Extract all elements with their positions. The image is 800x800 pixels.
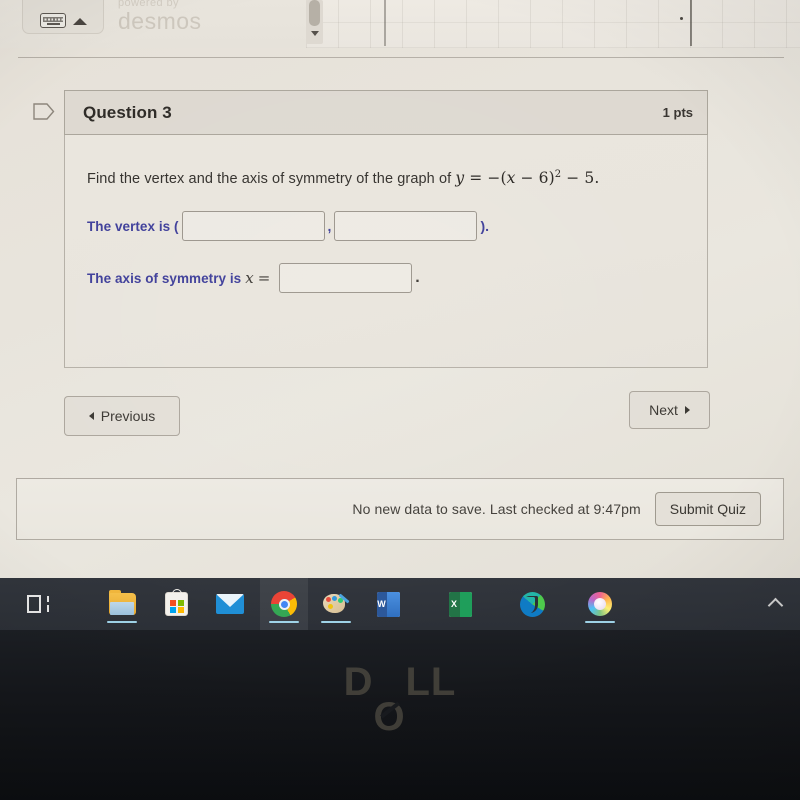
task-view-icon xyxy=(27,595,49,613)
taskbar-item-microsoft-excel[interactable]: X xyxy=(436,578,484,630)
equation-rhs-lead: −( xyxy=(487,169,507,188)
save-status-text: No new data to save. Last checked at 9:4… xyxy=(352,501,641,517)
equation-lhs: y xyxy=(455,169,465,188)
chevron-up-icon[interactable] xyxy=(768,594,784,610)
desmos-graph-area[interactable] xyxy=(306,0,800,48)
taskbar-item-photos-app[interactable] xyxy=(576,578,624,630)
previous-button-label: Previous xyxy=(100,408,156,424)
vertex-close-paren: ). xyxy=(480,218,489,235)
submit-quiz-button[interactable]: Submit Quiz xyxy=(654,492,761,526)
taskbar-item-microsoft-word[interactable]: W xyxy=(364,578,412,630)
desmos-calculator: powered by desmos xyxy=(0,0,800,48)
desmos-keyboard-button[interactable] xyxy=(22,0,104,34)
taskbar-running-indicator xyxy=(585,620,615,623)
word-icon: W xyxy=(376,591,400,617)
equation-equals: = xyxy=(469,169,483,188)
question-body: Find the vertex and the axis of symmetry… xyxy=(64,135,708,368)
taskbar-item-microsoft-edge[interactable] xyxy=(508,578,556,630)
axis-label: The axis of symmetry is xyxy=(87,270,242,286)
flag-icon[interactable] xyxy=(33,102,55,121)
windows-taskbar: W X xyxy=(0,578,800,630)
dell-logo: D LL xyxy=(0,660,800,740)
paint-icon xyxy=(323,593,350,615)
taskbar-running-indicator xyxy=(107,620,137,623)
equation-variable: x xyxy=(506,169,516,188)
vertex-y-input[interactable] xyxy=(334,211,478,242)
taskbar-item-google-chrome[interactable] xyxy=(260,578,308,630)
equation-exponent: 2 xyxy=(554,169,562,180)
axis-of-symmetry-input[interactable] xyxy=(279,263,413,294)
vertex-comma: , xyxy=(327,218,332,235)
folder-icon xyxy=(108,590,136,615)
photos-app-icon xyxy=(588,592,612,616)
edge-icon xyxy=(519,591,545,617)
scrollbar-thumb[interactable] xyxy=(309,0,320,26)
section-divider xyxy=(18,57,784,58)
graph-point xyxy=(680,17,683,20)
taskbar-item-paint[interactable] xyxy=(312,578,360,630)
equation-period: . xyxy=(594,169,600,188)
mail-icon xyxy=(216,594,244,614)
axis-variable: x xyxy=(245,269,254,288)
dell-logo-d: D xyxy=(343,660,374,704)
taskbar-item-microsoft-store[interactable] xyxy=(152,578,200,630)
scrollbar-down-arrow-icon[interactable] xyxy=(311,31,319,36)
dell-logo-ll: LL xyxy=(405,660,457,704)
axis-answer-row: The axis of symmetry is x = . xyxy=(87,263,683,294)
taskbar-running-indicator xyxy=(269,620,299,623)
quiz-save-bar: No new data to save. Last checked at 9:4… xyxy=(16,478,784,540)
graph-gridline xyxy=(384,0,386,46)
question-card: Question 3 1 pts Find the vertex and the… xyxy=(33,90,708,368)
question-points-badge: 1 pts xyxy=(662,105,693,120)
vertex-label: The vertex is ( xyxy=(87,218,179,234)
triangle-left-icon xyxy=(88,412,94,420)
taskbar-item-task-view[interactable] xyxy=(14,578,62,630)
question-header: Question 3 1 pts xyxy=(33,90,708,135)
quiz-page: powered by desmos Question 3 1 pts Find … xyxy=(0,0,800,578)
taskbar-item-file-explorer[interactable] xyxy=(98,578,146,630)
chrome-icon xyxy=(271,591,297,617)
equation: y = −(x − 6)2 − 5. xyxy=(455,169,599,187)
equation-tail: − 5 xyxy=(566,169,595,188)
triangle-right-icon xyxy=(684,406,690,414)
prompt-text: Find the vertex and the axis of symmetry… xyxy=(87,171,456,188)
laptop-photo: powered by desmos Question 3 1 pts Find … xyxy=(0,0,800,800)
desmos-expression-panel: powered by desmos xyxy=(0,0,306,48)
vertex-answer-row: The vertex is ( , ). xyxy=(87,211,683,242)
previous-question-button[interactable]: Previous xyxy=(64,396,180,436)
next-button-label: Next xyxy=(649,402,678,418)
equation-minus: − xyxy=(520,169,534,188)
taskbar-running-indicator xyxy=(321,620,351,623)
next-question-button[interactable]: Next xyxy=(629,391,710,429)
equation-constant: 6 xyxy=(538,169,549,188)
question-prompt: Find the vertex and the axis of symmetry… xyxy=(87,165,683,189)
keyboard-icon xyxy=(39,13,66,28)
axis-period: . xyxy=(415,269,420,287)
excel-icon: X xyxy=(448,591,472,617)
laptop-bezel: D LL xyxy=(0,630,800,800)
taskbar-item-mail[interactable] xyxy=(206,578,254,630)
quiz-navigation: Previous Next xyxy=(0,391,800,440)
vertex-x-input[interactable] xyxy=(181,211,325,242)
desmos-brand-name: desmos xyxy=(118,8,202,34)
desmos-branding: powered by desmos xyxy=(118,0,202,33)
graph-axis-line xyxy=(690,0,693,46)
desmos-scrollbar[interactable] xyxy=(306,0,323,44)
microsoft-store-icon xyxy=(164,589,188,616)
axis-equals: = xyxy=(257,269,271,288)
caret-up-icon xyxy=(72,18,87,25)
question-title: Question 3 xyxy=(83,102,172,122)
